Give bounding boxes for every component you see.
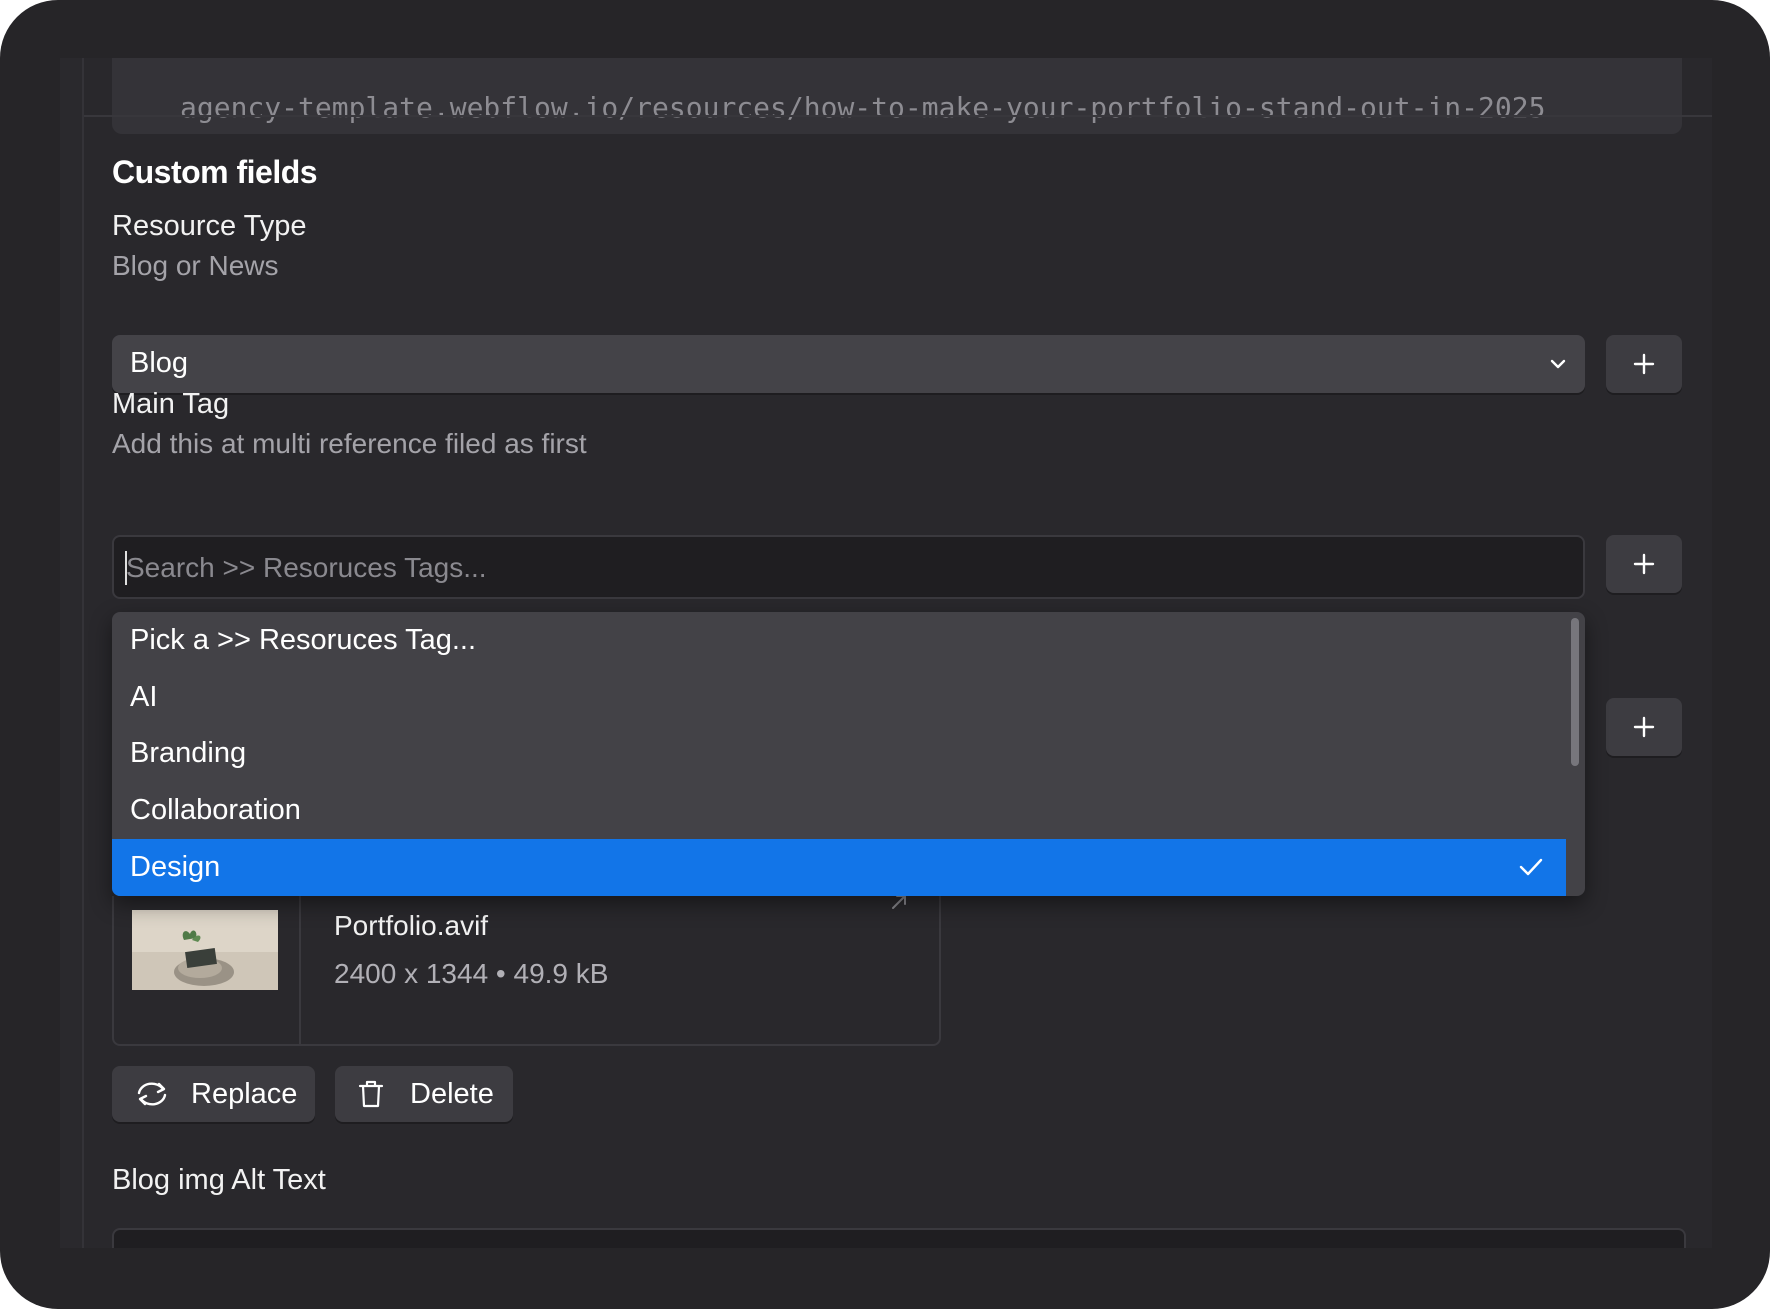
dropdown-option[interactable]: AI xyxy=(112,669,1566,726)
trash-icon xyxy=(358,1080,384,1108)
delete-label: Delete xyxy=(410,1078,494,1110)
main-tag-search[interactable] xyxy=(112,535,1585,599)
portfolio-thumbnail[interactable] xyxy=(132,910,278,990)
refresh-icon xyxy=(137,1082,167,1106)
left-rail xyxy=(60,58,84,1248)
replace-label: Replace xyxy=(191,1078,298,1110)
slug-field[interactable]: agency-template.webflow.io/resources/how… xyxy=(112,58,1682,134)
section-title: Custom fields xyxy=(112,154,318,190)
slug-field-value: agency-template.webflow.io/resources/how… xyxy=(180,91,1546,124)
plus-icon xyxy=(1633,553,1655,575)
chevron-down-icon xyxy=(1550,359,1566,369)
resource-type-selected: Blog xyxy=(130,347,189,379)
dropdown-option[interactable]: Pick a >> Resoruces Tag... xyxy=(112,612,1566,669)
main-tag-dropdown: Pick a >> Resoruces Tag... AI Branding C… xyxy=(112,612,1585,896)
resource-type-select[interactable]: Blog xyxy=(112,335,1585,393)
app-window: agency-template.webflow.io/resources/how… xyxy=(0,0,1770,1309)
file-meta: 2400 x 1344 • 49.9 kB xyxy=(334,958,609,989)
custom-fields-panel: agency-template.webflow.io/resources/how… xyxy=(84,58,1712,1248)
add-main-tag-button[interactable] xyxy=(1606,535,1682,593)
main-tag-help: Add this at multi reference filed as fir… xyxy=(112,428,587,459)
plus-icon xyxy=(1633,716,1655,738)
text-caret xyxy=(125,551,127,585)
add-tags-button[interactable] xyxy=(1606,698,1682,756)
plus-icon xyxy=(1633,353,1655,375)
file-name: Portfolio.avif xyxy=(334,910,489,941)
add-resource-type-button[interactable] xyxy=(1606,335,1682,393)
section-divider xyxy=(84,115,1712,117)
dropdown-scrollbar[interactable] xyxy=(1571,618,1579,766)
main-tag-search-input[interactable] xyxy=(124,545,1568,591)
main-tag-label: Main Tag xyxy=(112,388,230,420)
resource-type-help: Blog or News xyxy=(112,250,279,281)
alt-text-label: Blog img Alt Text xyxy=(112,1164,326,1196)
delete-button[interactable]: Delete xyxy=(335,1066,513,1122)
file-thumbnail-cell xyxy=(114,896,301,1044)
resource-type-label: Resource Type xyxy=(112,210,307,242)
dropdown-option[interactable]: Branding xyxy=(112,725,1566,782)
dropdown-option[interactable]: Collaboration xyxy=(112,782,1566,839)
alt-text-input[interactable] xyxy=(112,1228,1686,1248)
replace-button[interactable]: Replace xyxy=(112,1066,315,1122)
image-file-card: Portfolio.avif 2400 x 1344 • 49.9 kB xyxy=(112,896,941,1046)
check-icon xyxy=(1519,858,1543,876)
dropdown-option-selected[interactable]: Design xyxy=(112,839,1566,896)
